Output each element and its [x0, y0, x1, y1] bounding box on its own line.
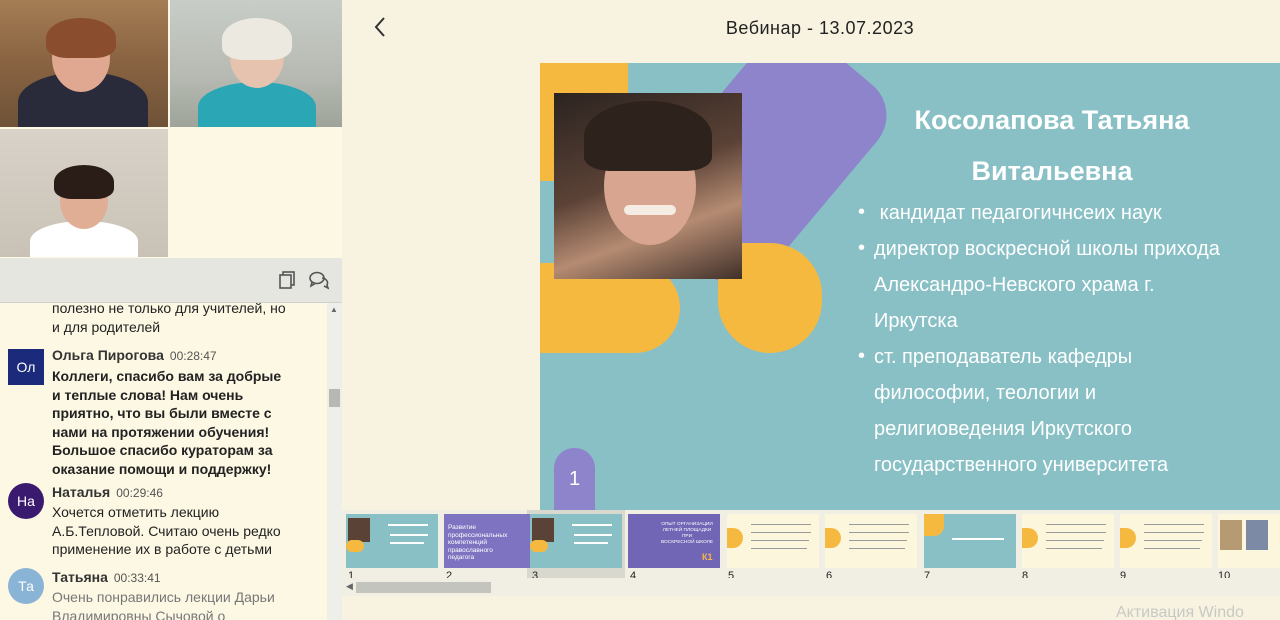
thumbnail-slide-4[interactable]: ОПЫТ ОРГАНИЗАЦИИ ЛЕТНЕЙ ПЛОЩАДКИ ПРИ ВОС…	[628, 514, 720, 568]
scrollbar-thumb[interactable]	[356, 582, 491, 593]
thumbnail-slide-1[interactable]	[346, 514, 438, 568]
bullet-text: Иркутска	[874, 310, 958, 332]
message-time: 00:29:46	[116, 486, 163, 500]
thumbnail-slide-3[interactable]	[530, 514, 622, 568]
slide-number: 1	[554, 448, 595, 510]
video-tile-empty	[170, 129, 342, 257]
bullet-text: религиоведения Иркутского	[874, 418, 1132, 440]
message-text: полезно не только для учителей, но и для…	[52, 303, 286, 335]
message-author: Ольга Пирогова 00:28:47	[52, 347, 217, 363]
copy-icon[interactable]	[276, 270, 298, 292]
speaker-name: Витальевна	[971, 156, 1133, 186]
scroll-left-icon[interactable]: ◀	[346, 581, 353, 592]
bullet-text: директор воскресной школы прихода	[874, 238, 1220, 260]
message-text: Очень понравились лекции Дарьи Владимиро…	[52, 589, 275, 620]
chat-messages[interactable]: полезно не только для учителей, но и для…	[0, 303, 326, 620]
participant-hair	[46, 18, 116, 58]
thumbnail-text: ОПЫТ ОРГАНИЗАЦИИ ЛЕТНЕЙ ПЛОЩАДКИ ПРИ ВОС…	[660, 522, 714, 545]
speaker-name: Косолапова Татьяна	[914, 105, 1190, 135]
avatar: На	[8, 483, 44, 519]
message-author: Наталья 00:29:46	[52, 484, 163, 500]
speaker-photo	[554, 93, 742, 279]
message-text: Коллеги, спасибо вам за добрые и теплые …	[52, 368, 282, 477]
thumbnail-slide-5[interactable]	[727, 514, 819, 568]
scroll-up-icon[interactable]: ▲	[330, 305, 338, 314]
page-title: Вебинар - 13.07.2023	[725, 18, 915, 38]
bullet-text: кандидат педагогичнсеих наук	[879, 202, 1162, 224]
avatar: Та	[8, 568, 44, 604]
thumbnails-scrollbar[interactable]: ◀	[342, 578, 1280, 596]
back-button[interactable]	[372, 16, 394, 44]
bullet-icon: •	[858, 345, 866, 367]
thumbnail-slide-6[interactable]	[825, 514, 917, 568]
presentation-slide: Косолапова Татьяна Витальевна • кандидат…	[540, 63, 1280, 510]
bullet-text: государственного университета	[874, 454, 1169, 476]
participant-body	[198, 82, 316, 127]
thumbnail-slide-2[interactable]: Развитие профессиональных компетенций пр…	[444, 514, 536, 568]
thumbnail-slide-9[interactable]	[1120, 514, 1212, 568]
participant-hair	[54, 165, 114, 199]
bullet-icon: •	[858, 237, 866, 259]
bullet-icon: •	[858, 201, 866, 223]
message-text: Хочется отметить лекцию А.Б.Тепловой. Сч…	[52, 504, 281, 557]
chat-bubbles-icon[interactable]	[308, 270, 330, 292]
video-tile-participant-2[interactable]	[170, 0, 342, 127]
chevron-left-icon	[374, 17, 385, 37]
bullet-text: Александро-Невского храма г.	[874, 274, 1155, 296]
chat-toolbar	[0, 258, 342, 303]
scrollbar-thumb[interactable]	[329, 389, 340, 407]
thumbnail-slide-7[interactable]	[924, 514, 1016, 568]
thumbnail-slide-10[interactable]	[1218, 514, 1280, 568]
thumbnail-text: Развитие профессиональных компетенций пр…	[448, 524, 508, 561]
message-author: Татьяна 00:33:41	[52, 569, 161, 585]
left-panel: полезно не только для учителей, но и для…	[0, 0, 342, 620]
thumbnail-logo: К1	[702, 552, 713, 562]
bullet-text: философии, теологии и	[874, 382, 1097, 404]
message-time: 00:33:41	[113, 571, 161, 585]
chat-scrollbar[interactable]: ▲	[327, 303, 342, 620]
video-tile-participant-3[interactable]	[0, 129, 168, 257]
video-tile-participant-1[interactable]	[0, 0, 168, 127]
avatar: Ол	[8, 349, 44, 385]
bullet-text: ст. преподаватель кафедры	[874, 346, 1133, 368]
message-time: 00:28:47	[169, 349, 217, 363]
participant-hair	[222, 18, 292, 60]
activation-watermark: Активация Windo	[1116, 604, 1244, 620]
thumbnail-slide-8[interactable]	[1022, 514, 1114, 568]
